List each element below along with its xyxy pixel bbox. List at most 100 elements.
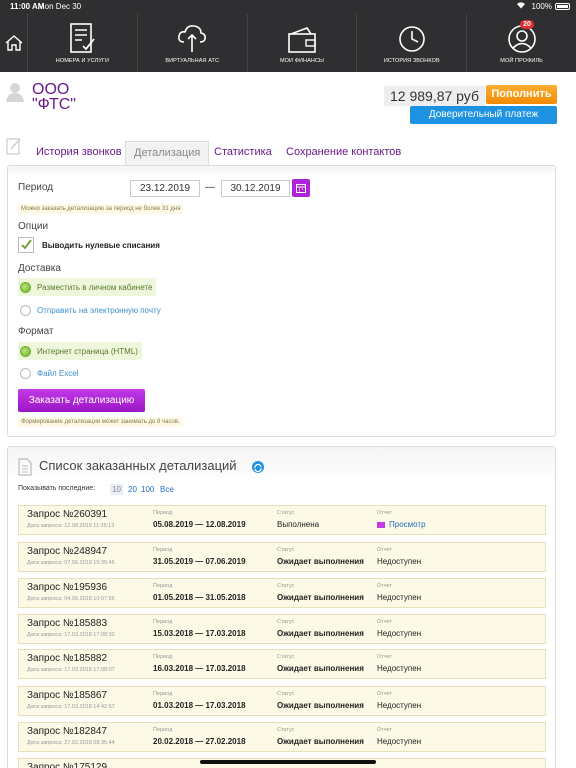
tab-call-history[interactable]: История звонков (28, 141, 130, 165)
request-date: Дата запроса: 17.03.2018 14:42:57 (27, 704, 115, 710)
home-button[interactable] (0, 14, 28, 72)
page-size-100[interactable]: 100 (139, 484, 156, 495)
radio-empty-icon (20, 304, 31, 316)
calendar-button[interactable] (292, 179, 310, 197)
request-period: 01.03.2018 — 17.03.2018 (153, 701, 246, 710)
request-title: Запрос №182847 (27, 726, 108, 737)
report-caption: Отчет (377, 654, 393, 660)
tab-save-contacts[interactable]: Сохранение контактов (278, 141, 409, 165)
request-period: 20.02.2018 — 27.02.2018 (153, 737, 246, 746)
balance-amount: 12 989,87 руб (384, 86, 485, 106)
delivery-cabinet-radio[interactable]: Разместить в личном кабинете (18, 278, 157, 296)
notification-badge: 20 (519, 20, 534, 29)
view-report-icon (377, 521, 385, 528)
date-to-input[interactable]: 30.12.2019 (221, 180, 290, 197)
report-view-link[interactable]: Просмотр (377, 520, 426, 529)
document-icon (18, 458, 32, 476)
refresh-button[interactable] (252, 461, 264, 473)
request-title: Запрос №185867 (27, 690, 108, 701)
page-size-all[interactable]: Все (158, 484, 176, 495)
nav-virtual-ats-label: ВИРТУАЛЬНАЯ АТС (165, 58, 220, 64)
period-caption: Период (153, 510, 173, 516)
request-title: Запрос №185883 (27, 618, 108, 629)
period-caption: Период (153, 727, 173, 733)
report-unavailable: Недоступен (377, 737, 422, 746)
request-date: Дата запроса: 27.02.2018 08:35:44 (27, 740, 115, 746)
request-title: Запрос №260391 (27, 509, 108, 520)
nav-services-label: НОМЕРА И УСЛУГИ (55, 58, 110, 64)
services-list-icon (70, 23, 96, 53)
request-status: Выполнена (277, 520, 320, 529)
period-caption: Период (153, 583, 173, 589)
report-unavailable: Недоступен (377, 557, 422, 566)
zero-charges-checkbox[interactable] (18, 237, 34, 253)
status-caption: Статус (277, 619, 295, 625)
battery-percent: 100% (531, 2, 552, 11)
request-date: Дата запроса: 12.08.2019 11:35:13 (27, 523, 115, 529)
request-row: Запрос №185883 Дата запроса: 17.03.2018 1… (18, 614, 546, 644)
delivery-email-label: Отправить на электронную почту (37, 305, 161, 315)
request-date: Дата запроса: 04.06.2018 10:07:56 (27, 596, 115, 602)
status-date: Mon Dec 30 (38, 2, 82, 11)
order-form-panel: Период 23.12.2019 — 30.12.2019 Можно зак… (7, 165, 556, 437)
request-row: Запрос №182847 Дата запроса: 27.02.2018 0… (18, 722, 546, 752)
page-size-10[interactable]: 10 (110, 484, 123, 495)
report-unavailable: Недоступен (377, 664, 422, 673)
options-label: Опции (18, 221, 49, 232)
clock-history-icon (398, 26, 425, 52)
date-from-input[interactable]: 23.12.2019 (130, 180, 200, 197)
period-caption: Период (153, 654, 173, 660)
tab-details[interactable]: Детализация (125, 141, 210, 165)
check-icon (21, 239, 32, 250)
status-caption: Статус (277, 654, 295, 660)
tab-statistics[interactable]: Статистика (206, 141, 280, 165)
top-nav: НОМЕРА И УСЛУГИ ВИРТУАЛЬНАЯ АТС МОИ ФИНА… (0, 14, 576, 72)
wallet-icon (288, 27, 316, 53)
request-row: Запрос №185867 Дата запроса: 17.03.2018 1… (18, 686, 546, 716)
trust-payment-button[interactable]: Доверительный платеж (410, 106, 557, 124)
request-row: Запрос №260391 Дата запроса: 12.08.2019 1… (18, 505, 546, 535)
format-html-radio[interactable]: Интернет страница (HTML) (18, 342, 142, 360)
request-period: 05.08.2019 — 12.08.2019 (153, 520, 246, 529)
request-date: Дата запроса: 07.06.2019 15:35:45 (27, 560, 115, 566)
zero-charges-label: Выводить нулевые списания (42, 241, 160, 250)
delivery-label: Доставка (18, 263, 61, 274)
order-details-button[interactable]: Заказать детализацию (18, 389, 145, 412)
report-unavailable: Недоступен (377, 629, 422, 638)
delivery-email-radio[interactable]: Отправить на электронную почту (18, 301, 161, 319)
request-period: 15.03.2018 — 17.03.2018 (153, 629, 246, 638)
show-last-label: Показывать последние: (18, 485, 96, 492)
company-header: ООО "ФТС" 12 989,87 руб Пополнить Довери… (0, 72, 576, 130)
nav-virtual-ats[interactable]: ВИРТУАЛЬНАЯ АТС (138, 14, 248, 72)
company-name-line2: "ФТС" (32, 96, 76, 113)
status-caption: Статус (277, 691, 295, 697)
page-size-20[interactable]: 20 (126, 484, 139, 495)
request-status: Ожидает выполнения (277, 629, 364, 638)
list-title: Список заказанных детализаций (39, 458, 237, 473)
nav-profile[interactable]: 20 МОЙ ПРОФИЛЬ (467, 14, 576, 72)
panel-top-shade (8, 166, 555, 176)
report-caption: Отчет (377, 619, 393, 625)
status-caption: Статус (277, 583, 295, 589)
cloud-upload-icon (178, 25, 207, 52)
topup-button[interactable]: Пополнить (486, 85, 557, 104)
request-title: Запрос №185882 (27, 653, 108, 664)
request-period: 16.03.2018 — 17.03.2018 (153, 664, 246, 673)
report-unavailable: Недоступен (377, 593, 422, 602)
request-title: Запрос №175129 (27, 762, 108, 768)
home-indicator (200, 760, 376, 764)
radio-selected-icon (20, 345, 31, 357)
home-icon (5, 35, 22, 51)
calendar-icon (296, 184, 306, 193)
nav-finances[interactable]: МОИ ФИНАНСЫ (248, 14, 358, 72)
status-bar: 11:00 AM Mon Dec 30 100% (0, 0, 576, 14)
request-status: Ожидает выполнения (277, 593, 364, 602)
company-name: ООО "ФТС" (32, 82, 76, 113)
nav-call-history[interactable]: ИСТОРИЯ ЗВОНКОВ (357, 14, 468, 72)
refresh-icon (254, 463, 262, 473)
format-label: Формат (18, 326, 54, 337)
delivery-cabinet-label: Разместить в личном кабинете (37, 282, 153, 292)
format-excel-radio[interactable]: Файл Excel (18, 364, 78, 382)
request-period: 01.05.2018 — 31.05.2018 (153, 593, 246, 602)
nav-services[interactable]: НОМЕРА И УСЛУГИ (28, 14, 138, 72)
